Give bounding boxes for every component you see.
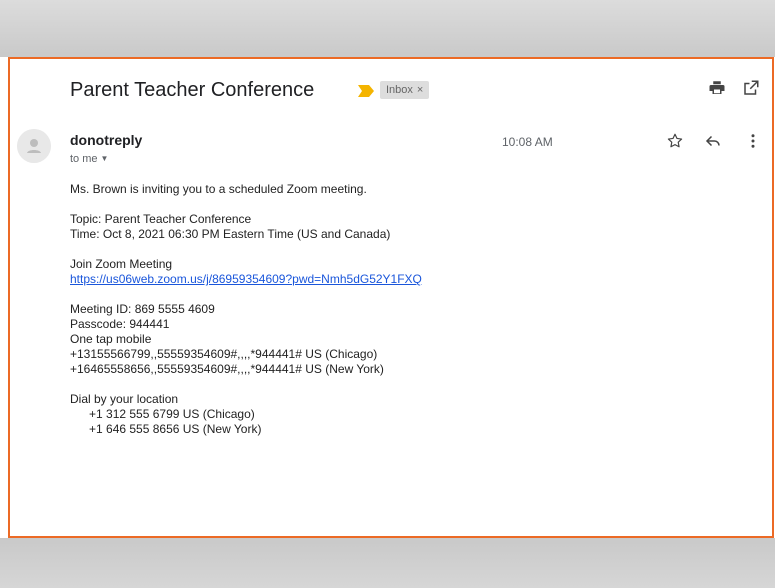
email-view: Parent Teacher Conference Inbox × donotre… [8,57,774,538]
meeting-passcode: Passcode: 944441 [70,317,170,331]
recipient-details-toggle[interactable]: to me ▼ [70,153,108,165]
dial-heading: Dial by your location [70,392,179,406]
bottom-gray-band [0,538,775,588]
email-subject: Parent Teacher Conference [70,79,315,101]
body-intro: Ms. Brown is inviting you to a scheduled… [70,182,367,196]
chevron-down-icon: ▼ [100,154,109,163]
recipient-text: to me [70,153,98,165]
one-tap-number: +16465558656,,55559354609#,,,,*944441# U… [70,362,384,376]
dial-number: +1 646 555 8656 US (New York) [89,422,262,436]
zoom-join-link[interactable]: https://us06web.zoom.us/j/86959354609?pw… [70,272,730,287]
inbox-label-text: Inbox [386,84,413,96]
remove-label-button[interactable]: × [417,84,423,96]
meeting-id: Meeting ID: 869 5555 4609 [70,302,215,316]
open-in-new-window-icon[interactable] [742,79,760,97]
more-vertical-icon[interactable] [744,132,762,150]
inbox-label-chip: Inbox × [380,81,430,99]
top-gray-band [0,0,775,57]
meeting-time: Time: Oct 8, 2021 06:30 PM Eastern Time … [70,227,391,241]
meeting-topic: Topic: Parent Teacher Conference [70,212,252,226]
one-tap-heading: One tap mobile [70,332,152,346]
label-important-icon[interactable] [358,85,374,97]
one-tap-number: +13155566799,,55559354609#,,,,*944441# U… [70,347,378,361]
email-body: Ms. Brown is inviting you to a scheduled… [70,182,730,452]
join-heading: Join Zoom Meeting [70,257,173,271]
avatar-icon [17,129,51,163]
print-icon[interactable] [708,79,726,97]
star-icon[interactable] [666,132,684,150]
dial-number: +1 312 555 6799 US (Chicago) [89,407,255,421]
reply-icon[interactable] [704,132,722,150]
sender-name[interactable]: donotreply [70,132,142,148]
email-timestamp: 10:08 AM [502,135,553,149]
